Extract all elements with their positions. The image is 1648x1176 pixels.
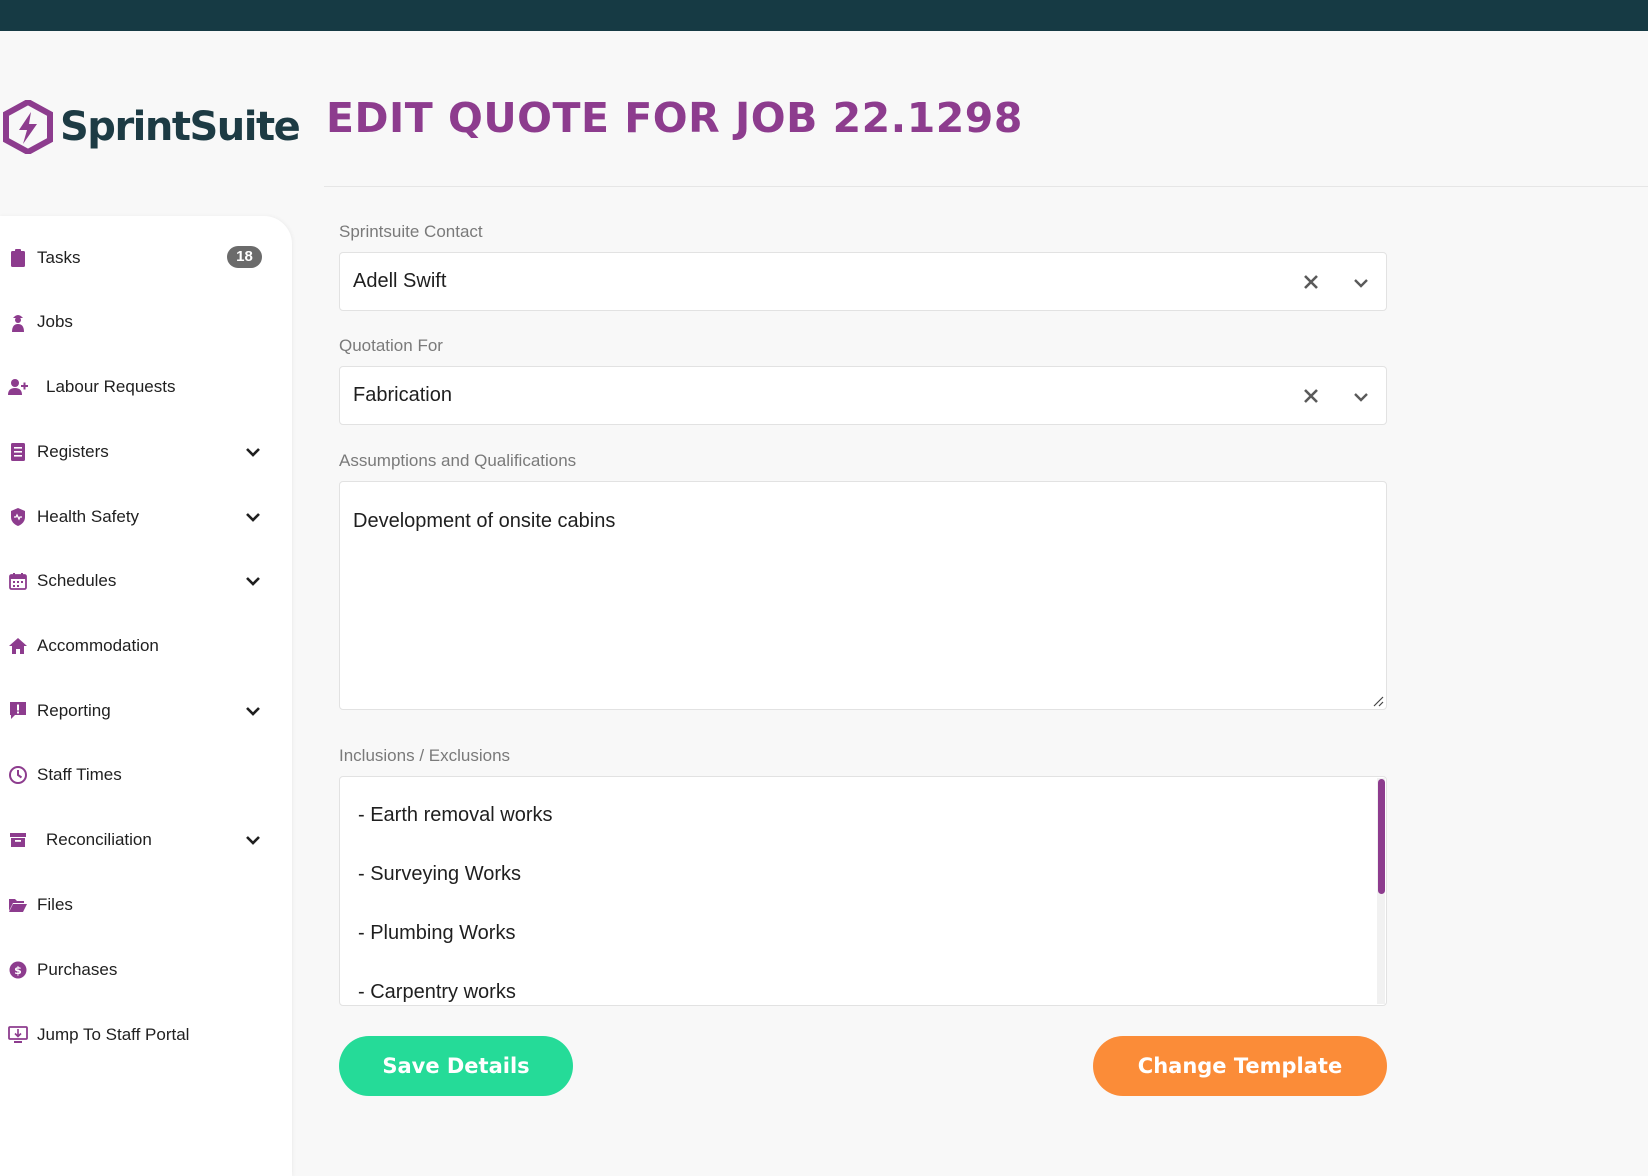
sidebar-item-label: Reconciliation <box>46 830 152 849</box>
inclusion-line: - Surveying Works <box>358 863 522 885</box>
sidebar-item-health-safety[interactable]: Health Safety <box>0 497 292 537</box>
chevron-down-icon[interactable] <box>244 572 262 590</box>
user-plus-icon <box>8 377 28 397</box>
contact-value: Adell Swift <box>353 270 447 292</box>
sidebar-item-label: Accommodation <box>37 636 159 655</box>
inclusion-line: - Carpentry works <box>358 981 516 1003</box>
sidebar-item-registers[interactable]: Registers <box>0 432 292 472</box>
sidebar-item-label: Jobs <box>37 312 73 331</box>
home-icon <box>8 636 28 656</box>
scrollbar-thumb[interactable] <box>1378 779 1385 894</box>
sidebar-item-label: Labour Requests <box>46 377 176 396</box>
sidebar-item-jobs[interactable]: Jobs <box>0 302 292 342</box>
calendar-icon <box>8 571 28 591</box>
sidebar-item-jump-to-staff-portal[interactable]: Jump To Staff Portal <box>0 1015 292 1055</box>
top-bar <box>0 0 1648 31</box>
chevron-down-icon[interactable] <box>1352 274 1370 292</box>
sidebar-item-label: Registers <box>37 442 109 461</box>
clock-icon <box>8 765 28 785</box>
save-details-button[interactable]: Save Details <box>339 1036 573 1096</box>
sidebar-item-schedules[interactable]: Schedules <box>0 561 292 601</box>
chevron-down-icon[interactable] <box>244 702 262 720</box>
archive-icon <box>8 830 28 850</box>
clear-icon[interactable] <box>1302 273 1320 291</box>
sidebar-item-label: Tasks <box>37 248 81 267</box>
sidebar-item-purchases[interactable]: $ Purchases <box>0 950 292 990</box>
svg-text:$: $ <box>14 964 22 977</box>
inclusions-textarea[interactable]: - Earth removal works - Surveying Works … <box>339 776 1387 1006</box>
quotation-for-value: Fabrication <box>353 384 452 406</box>
chevron-down-icon[interactable] <box>244 443 262 461</box>
sprintsuite-logo-icon <box>3 100 53 154</box>
dollar-circle-icon: $ <box>8 960 28 980</box>
tasks-count-badge: 18 <box>227 246 262 268</box>
clear-icon[interactable] <box>1302 387 1320 405</box>
sidebar-item-labour-requests[interactable]: Labour Requests <box>0 367 292 407</box>
sidebar: Tasks 18 Jobs Labour Requests Registers … <box>0 216 292 1176</box>
inclusions-label: Inclusions / Exclusions <box>339 746 511 765</box>
logo-text: SprintSuite <box>60 104 301 150</box>
folder-open-icon <box>8 895 28 915</box>
clipboard-icon <box>8 248 28 268</box>
sidebar-item-label: Files <box>37 895 73 914</box>
quotation-for-label: Quotation For <box>339 336 443 355</box>
quotation-for-select[interactable]: Fabrication <box>339 366 1387 425</box>
sidebar-item-label: Reporting <box>37 701 111 720</box>
page-title: EDIT QUOTE FOR JOB 22.1298 <box>326 94 1023 142</box>
sidebar-item-files[interactable]: Files <box>0 885 292 925</box>
logo[interactable]: SprintSuite <box>2 100 301 154</box>
sidebar-item-reporting[interactable]: Reporting <box>0 691 292 731</box>
sidebar-item-reconciliation[interactable]: Reconciliation <box>0 820 292 860</box>
chevron-down-icon[interactable] <box>1352 388 1370 406</box>
title-divider <box>324 186 1648 187</box>
sidebar-item-label: Schedules <box>37 571 117 590</box>
contact-select[interactable]: Adell Swift <box>339 252 1387 311</box>
assumptions-text: Development of onsite cabins <box>353 510 616 532</box>
sidebar-item-label: Staff Times <box>37 765 122 784</box>
change-template-button[interactable]: Change Template <box>1093 1036 1387 1096</box>
chevron-down-icon[interactable] <box>244 508 262 526</box>
sidebar-item-label: Purchases <box>37 960 118 979</box>
contact-label: Sprintsuite Contact <box>339 222 483 241</box>
alert-message-icon <box>8 701 28 721</box>
sidebar-item-label: Health Safety <box>37 507 140 526</box>
sidebar-item-staff-times[interactable]: Staff Times <box>0 755 292 795</box>
inclusion-line: - Earth removal works <box>358 804 553 826</box>
shield-icon <box>8 507 28 527</box>
sidebar-item-accommodation[interactable]: Accommodation <box>0 626 292 666</box>
monitor-download-icon <box>8 1025 28 1045</box>
worker-icon <box>8 312 28 332</box>
assumptions-textarea[interactable]: Development of onsite cabins <box>339 481 1387 710</box>
list-icon <box>8 442 28 462</box>
resize-handle-icon[interactable] <box>1372 695 1384 707</box>
assumptions-label: Assumptions and Qualifications <box>339 451 577 470</box>
sidebar-item-label: Jump To Staff Portal <box>37 1025 190 1044</box>
inclusion-line: - Plumbing Works <box>358 922 516 944</box>
chevron-down-icon[interactable] <box>244 831 262 849</box>
